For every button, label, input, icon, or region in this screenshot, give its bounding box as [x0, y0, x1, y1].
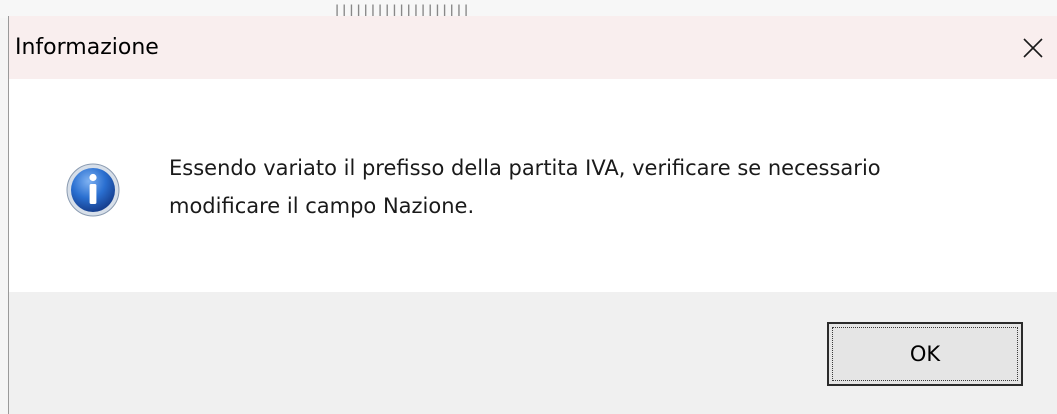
dialog-title: Informazione [15, 35, 159, 60]
background-window-text: ꞁꞁꞁꞁꞁꞁꞁꞁꞁꞁꞁꞁꞁꞁꞁꞁꞁꞁꞁ [335, 2, 472, 16]
message-line-1: Essendo variato il prefisso della partit… [169, 156, 881, 180]
close-icon [1023, 37, 1043, 58]
dialog-footer: OK [9, 292, 1057, 414]
info-dialog: Informazione Essendo variato il prefisso… [8, 16, 1057, 414]
info-icon [66, 163, 120, 217]
dialog-titlebar[interactable]: Informazione [9, 16, 1057, 79]
dialog-content: Essendo variato il prefisso della partit… [9, 79, 1057, 292]
message-line-2: modificare il campo Nazione. [169, 194, 475, 218]
ok-button-label: OK [832, 327, 1018, 381]
ok-button[interactable]: OK [827, 322, 1023, 386]
close-button[interactable] [1009, 16, 1057, 79]
dialog-message: Essendo variato il prefisso della partit… [169, 149, 1029, 225]
